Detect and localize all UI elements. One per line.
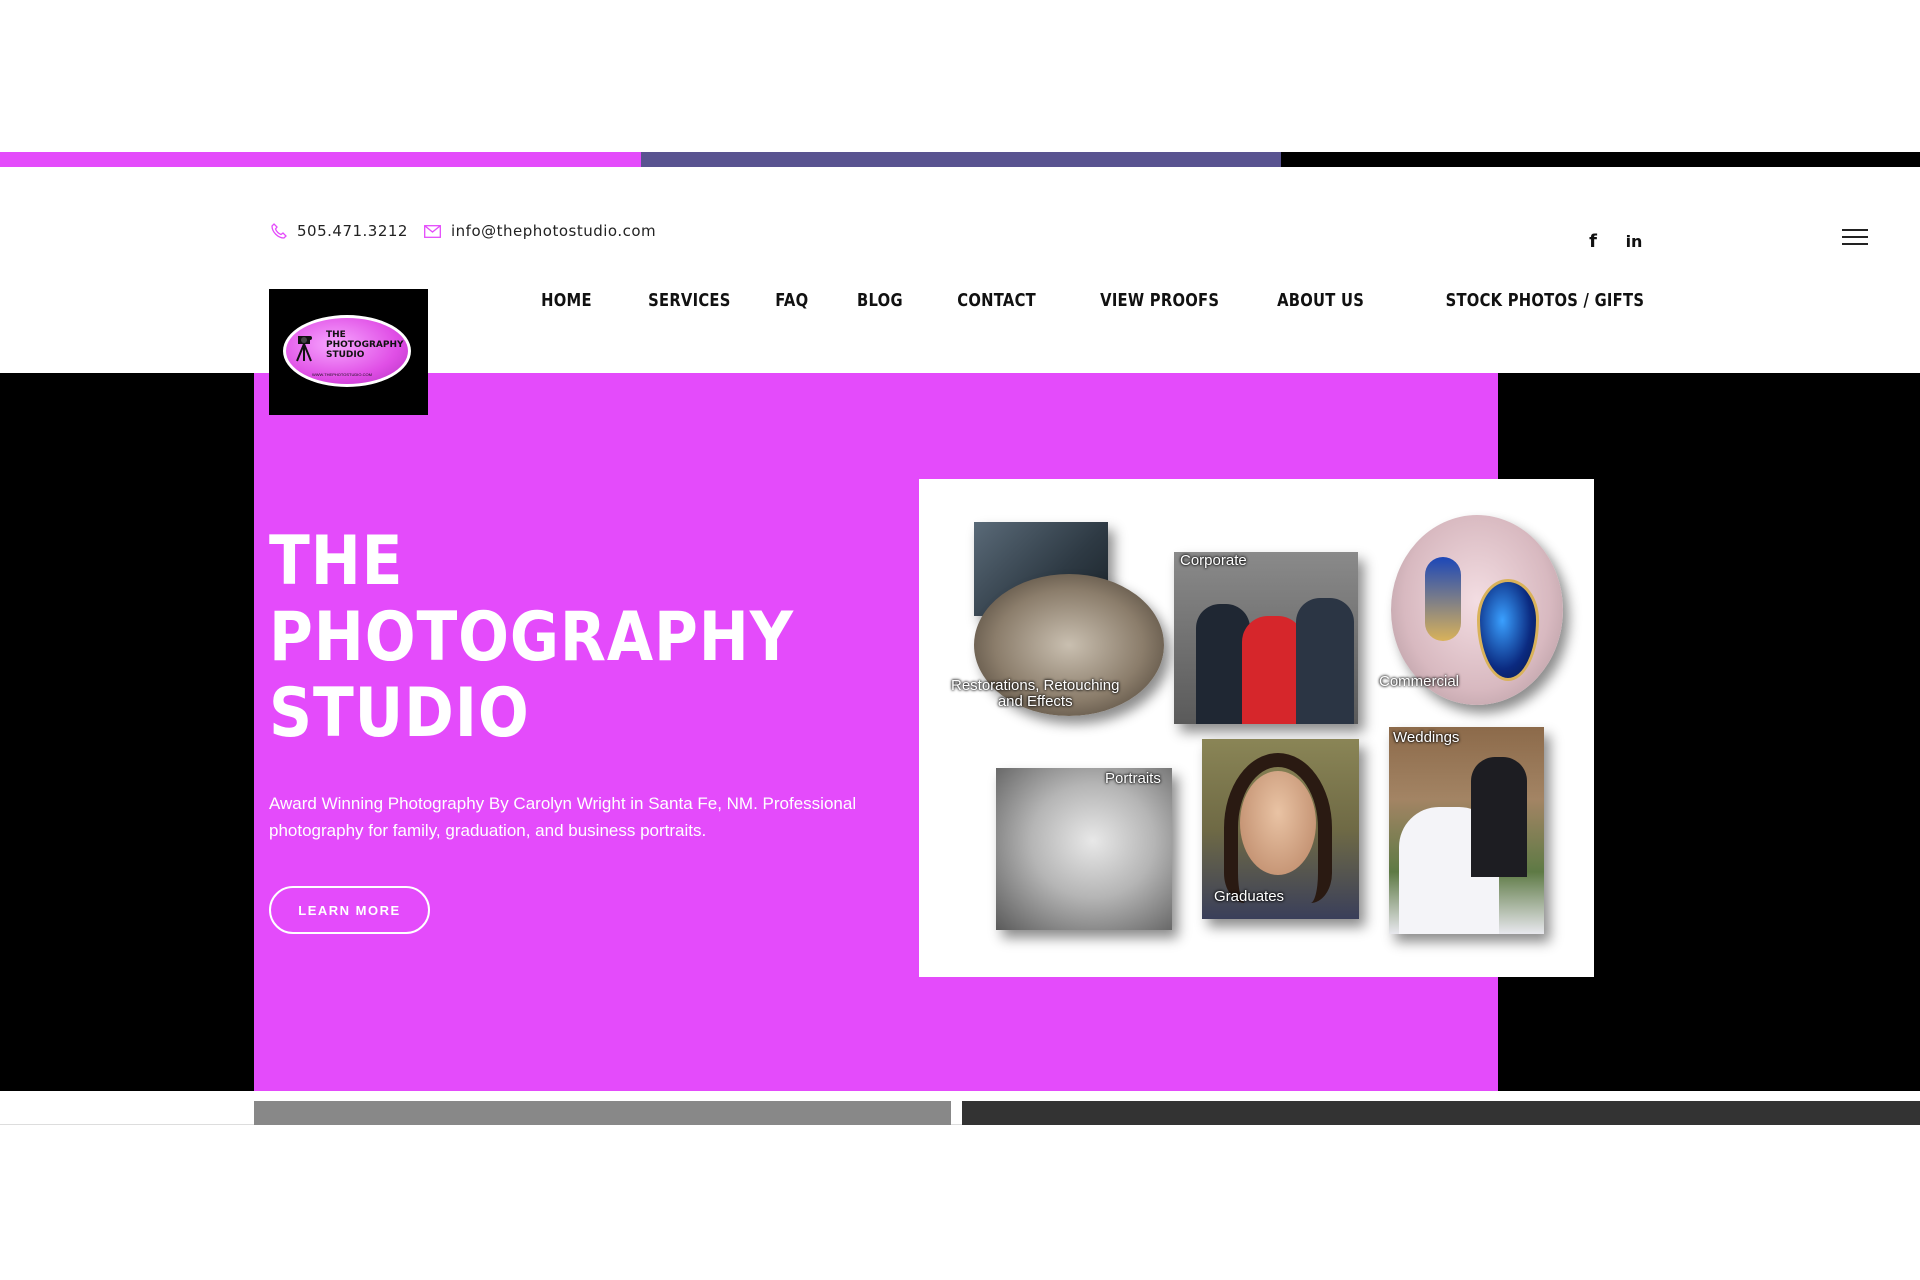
nav-view-proofs[interactable]: VIEW PROOFS	[1101, 290, 1220, 311]
stripe-pink	[0, 152, 641, 167]
label-restorations-line-2: and Effects	[997, 693, 1073, 710]
phone-icon	[271, 223, 287, 239]
corporate-figure-center	[1242, 616, 1304, 724]
hero-title-line-2: PHOTOGRAPHY	[269, 598, 794, 677]
label-restorations: Restorations, Retouching and Effects	[951, 678, 1119, 710]
bottom-bar-dark	[962, 1101, 1920, 1125]
corporate-photo	[1174, 552, 1358, 724]
hero-title: THE PHOTOGRAPHY STUDIO	[269, 524, 794, 752]
corporate-figure-right	[1296, 598, 1354, 724]
gold-earring	[1425, 557, 1461, 641]
label-portraits: Portraits	[1105, 770, 1161, 787]
camera-tripod-icon	[296, 336, 312, 362]
nav-contact[interactable]: CONTACT	[958, 290, 1037, 311]
logo-text: THE PHOTOGRAPHY STUDIO	[326, 330, 404, 360]
label-commercial: Commercial	[1379, 673, 1460, 690]
portraits-baby-photo	[996, 768, 1172, 930]
graduate-hair	[1224, 753, 1332, 903]
opal-pendant	[1477, 579, 1539, 681]
nav-faq[interactable]: FAQ	[776, 290, 809, 311]
email-address: info@thephotostudio.com	[451, 222, 657, 240]
phone-contact[interactable]: 505.471.3212	[271, 222, 408, 240]
groom-figure	[1471, 757, 1527, 877]
hero-description: Award Winning Photography By Carolyn Wri…	[269, 794, 857, 840]
email-contact[interactable]: info@thephotostudio.com	[424, 222, 656, 240]
learn-more-button[interactable]: LEARN MORE	[269, 886, 430, 934]
label-weddings: Weddings	[1393, 729, 1460, 746]
linkedin-icon[interactable]: in	[1621, 228, 1647, 254]
site-logo[interactable]: THE PHOTOGRAPHY STUDIO WWW.THEPHOTOSTUDI…	[269, 289, 428, 415]
hamburger-menu-icon[interactable]	[1842, 228, 1868, 248]
logo-line-2: PHOTOGRAPHY	[326, 340, 404, 350]
logo-oval: THE PHOTOGRAPHY STUDIO WWW.THEPHOTOSTUDI…	[283, 315, 411, 387]
weddings-photo	[1389, 727, 1544, 934]
nav-services[interactable]: SERVICES	[648, 290, 731, 311]
logo-url: WWW.THEPHOTOSTUDIO.COM	[312, 372, 372, 377]
logo-line-3: STUDIO	[326, 350, 365, 360]
main-navigation: HOME SERVICES FAQ BLOG CONTACT VIEW PROO…	[530, 290, 1644, 311]
hero-title-line-3: STUDIO	[269, 674, 530, 753]
nav-stock-photos-gifts[interactable]: STOCK PHOTOS / GIFTS	[1445, 290, 1644, 311]
label-graduates: Graduates	[1214, 888, 1285, 905]
services-collage-image: Restorations, Retouching and Effects Cor…	[919, 479, 1594, 977]
envelope-icon	[424, 224, 441, 238]
phone-number: 505.471.3212	[297, 222, 408, 240]
stripe-black	[1281, 152, 1920, 167]
nav-home[interactable]: HOME	[541, 290, 592, 311]
nav-blog[interactable]: BLOG	[857, 290, 903, 311]
logo-line-1: THE	[326, 330, 346, 340]
label-restorations-line-1: Restorations, Retouching	[951, 677, 1120, 694]
label-corporate: Corporate	[1180, 552, 1247, 569]
nav-about-us[interactable]: ABOUT US	[1277, 290, 1364, 311]
hero-title-line-1: THE	[269, 522, 404, 601]
facebook-icon[interactable]: f	[1580, 228, 1606, 254]
stripe-purple	[641, 152, 1281, 167]
bottom-bar-gray	[254, 1101, 951, 1125]
